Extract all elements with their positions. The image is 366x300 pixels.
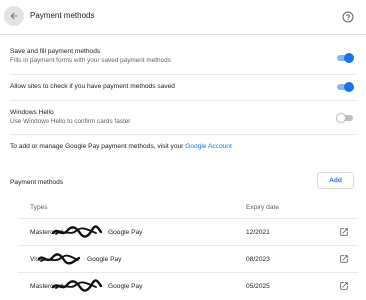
divider [10,100,356,101]
google-account-link[interactable]: Google Account [185,143,232,150]
setting-description: Use Windows Hello to confirm cards faste… [10,118,131,125]
page-header: Payment methods [0,0,366,34]
payment-methods-heading: Payment methods [10,179,64,186]
table-row[interactable]: Visa Google Pay 08/2023 [18,246,358,273]
google-pay-text: To add or manage Google Pay payment meth… [10,143,184,150]
column-header-types: Types [30,204,48,211]
open-in-new-icon[interactable] [339,281,349,291]
setting-allow-sites-check: Allow sites to check if you have payment… [10,82,356,92]
toggle-save-fill[interactable] [336,53,354,63]
divider [10,74,356,75]
back-button[interactable] [4,6,24,26]
header-divider [0,34,366,35]
setting-title: Save and fill payment methods [10,48,101,55]
setting-windows-hello: Windows Hello Use Windows Hello to confi… [10,108,356,126]
page-title: Payment methods [30,11,95,20]
setting-title: Windows Hello [10,109,54,116]
wallet-label: Google Pay [108,229,143,236]
table-header: Types Expiry date [18,195,358,219]
redaction-scribble [38,253,80,265]
setting-title: Allow sites to check if you have payment… [10,83,175,90]
help-circle-icon [342,11,354,23]
table-row[interactable]: Mastercard Google Pay 05/2025 [18,273,358,300]
arrow-back-icon [10,12,18,20]
redaction-scribble [52,279,102,292]
google-pay-info: To add or manage Google Pay payment meth… [10,143,232,150]
redaction-scribble [52,225,102,238]
setting-description: Fills in payment forms with your saved p… [10,57,171,64]
setting-save-fill: Save and fill payment methods Fills in p… [10,47,356,65]
payment-methods-table: Types Expiry date Mastercard Google Pay … [18,195,358,300]
expiry-date: 08/2023 [246,256,270,263]
toggle-thumb [344,82,354,92]
wallet-label: Google Pay [108,283,143,290]
help-button[interactable] [342,10,354,23]
column-header-expiry: Expiry date [246,204,279,211]
expiry-date: 05/2025 [246,283,270,290]
toggle-windows-hello[interactable] [336,113,354,123]
wallet-label: Google Pay [87,256,122,263]
table-row[interactable]: Mastercard Google Pay 12/2021 [18,219,358,246]
toggle-thumb [344,53,354,63]
open-in-new-icon[interactable] [339,227,349,237]
add-payment-method-button[interactable]: Add [317,172,354,189]
divider [10,134,356,135]
toggle-thumb [336,113,346,123]
expiry-date: 12/2021 [246,229,270,236]
open-in-new-icon[interactable] [339,254,349,264]
toggle-allow-sites-check[interactable] [336,82,354,92]
